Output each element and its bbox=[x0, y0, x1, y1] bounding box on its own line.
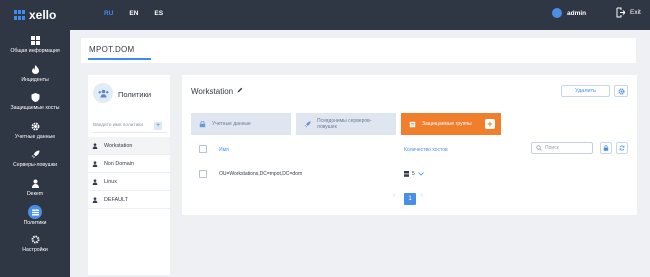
group-search bbox=[531, 142, 593, 154]
lock-icon bbox=[603, 145, 609, 151]
sidebar-item-deceptions[interactable]: Deкem bbox=[0, 179, 70, 203]
user-icon bbox=[92, 160, 98, 167]
key-icon bbox=[199, 120, 206, 127]
domain-tab-indicator bbox=[88, 58, 151, 60]
delete-button[interactable]: Удалить bbox=[561, 85, 610, 97]
group-name-cell: OU=Workstations,DC=mpot,DC=dom bbox=[219, 171, 303, 177]
lock-button[interactable] bbox=[600, 142, 612, 154]
tab-credentials[interactable]: Учетные данные bbox=[191, 113, 291, 135]
add-group-button[interactable]: + bbox=[485, 119, 495, 129]
dashboard-icon bbox=[30, 36, 40, 45]
sidebar-item-decoys[interactable]: Серверы-ловушки bbox=[0, 150, 70, 174]
pagination-current[interactable]: 1 bbox=[404, 193, 416, 205]
gear-icon bbox=[617, 87, 625, 95]
tab-protected-groups[interactable]: Защищаемые группы + bbox=[401, 113, 501, 135]
folder-icon bbox=[409, 121, 416, 127]
policy-item-non-domain[interactable]: Non Domain bbox=[88, 155, 170, 173]
tab-label: Учетные данные bbox=[212, 120, 251, 127]
sidebar-item-label: Серверы-ловушки bbox=[13, 162, 57, 168]
policy-item-label: Workstation bbox=[104, 142, 133, 149]
policy-filter-input[interactable] bbox=[93, 123, 151, 128]
pagination-prev[interactable]: ‹ bbox=[393, 193, 395, 199]
policies-panel: Политики + Workstation Non Domain Linux … bbox=[88, 75, 170, 275]
refresh-icon bbox=[619, 145, 625, 151]
rocket-icon bbox=[304, 120, 311, 128]
user-icon bbox=[92, 142, 98, 149]
column-name-header[interactable]: Имя bbox=[219, 147, 229, 153]
logo-text: xello bbox=[29, 8, 57, 22]
lang-ru[interactable]: RU bbox=[104, 10, 113, 17]
sidebar-item-incidents[interactable]: Инциденты bbox=[0, 65, 70, 89]
language-switcher: RU EN ES bbox=[104, 10, 179, 17]
policy-title: Workstation bbox=[191, 87, 234, 96]
policy-settings-button[interactable] bbox=[614, 85, 628, 97]
sidebar-item-label: Deкem bbox=[26, 191, 44, 197]
avatar bbox=[552, 8, 562, 18]
user-icon bbox=[31, 179, 39, 188]
policy-detail-panel: Workstation Удалить Учетные данные Псевд… bbox=[182, 75, 637, 215]
sidebar-item-label: Учетные данные bbox=[14, 134, 56, 140]
column-hosts-header[interactable]: Количество хостов bbox=[404, 147, 448, 153]
fire-icon bbox=[31, 65, 39, 74]
rocket-icon bbox=[31, 150, 39, 159]
settings-icon bbox=[31, 235, 39, 244]
top-bar: xello RU EN ES admin Exit bbox=[0, 0, 650, 30]
chevron-down-icon bbox=[417, 172, 424, 176]
user-menu[interactable]: admin bbox=[552, 8, 586, 18]
sidebar-item-credentials[interactable]: Учетные данные bbox=[0, 122, 70, 146]
hosts-count-cell[interactable]: 5 bbox=[404, 171, 424, 177]
sidebar-item-label: Общая информация bbox=[10, 48, 60, 54]
sidebar-item-label: Инциденты bbox=[21, 77, 49, 83]
logo: xello bbox=[14, 8, 56, 22]
policy-item-default[interactable]: DEFAULT bbox=[88, 191, 170, 209]
policy-item-workstation[interactable]: Workstation bbox=[88, 137, 170, 155]
policy-filter: + bbox=[93, 119, 167, 133]
user-icon bbox=[92, 178, 98, 185]
policy-item-label: DEFAULT bbox=[104, 196, 128, 203]
server-icon bbox=[404, 171, 409, 177]
hosts-count: 5 bbox=[412, 171, 415, 177]
policies-panel-title: Политики bbox=[118, 90, 152, 99]
sidebar-item-label: Настройки bbox=[22, 247, 48, 253]
sidebar-item-label: Защищаемые хосты bbox=[10, 105, 60, 111]
sidebar-item-hosts[interactable]: Защищаемые хосты bbox=[0, 93, 70, 117]
group-search-input[interactable] bbox=[545, 145, 591, 151]
exit-button[interactable]: Exit bbox=[616, 7, 641, 18]
policies-icon bbox=[28, 205, 42, 219]
policy-item-linux[interactable]: Linux bbox=[88, 173, 170, 191]
domain-bar: MPOT.DOM bbox=[81, 38, 636, 63]
refresh-button[interactable] bbox=[616, 142, 628, 154]
sidebar-item-overview[interactable]: Общая информация bbox=[0, 36, 70, 60]
pagination-next[interactable]: › bbox=[421, 193, 423, 199]
search-icon bbox=[536, 145, 542, 151]
exit-icon bbox=[616, 7, 625, 18]
logo-icon bbox=[14, 10, 26, 20]
domain-tab[interactable]: MPOT.DOM bbox=[89, 45, 135, 54]
select-all-checkbox[interactable] bbox=[199, 145, 207, 153]
tab-label: Защищаемые группы bbox=[422, 120, 472, 127]
pencil-icon[interactable] bbox=[237, 87, 243, 93]
add-policy-button[interactable]: + bbox=[154, 121, 162, 130]
user-icon bbox=[92, 196, 98, 203]
lang-es[interactable]: ES bbox=[154, 10, 163, 17]
policy-item-label: Non Domain bbox=[104, 160, 134, 167]
username: admin bbox=[567, 9, 587, 17]
sidebar: Общая информация Инциденты Защищаемые хо… bbox=[0, 30, 70, 277]
row-checkbox[interactable] bbox=[199, 170, 207, 178]
gear-icon bbox=[31, 122, 39, 131]
sidebar-item-settings[interactable]: Настройки bbox=[0, 235, 70, 259]
exit-label: Exit bbox=[630, 9, 641, 16]
tab-decoy-aliases[interactable]: Псевдонимы серверов-ловушек bbox=[296, 113, 396, 135]
policy-item-label: Linux bbox=[104, 178, 117, 185]
shield-icon bbox=[31, 93, 39, 102]
sidebar-item-policies[interactable]: Политики bbox=[0, 205, 70, 231]
sidebar-item-label: Политики bbox=[23, 220, 47, 226]
policies-panel-icon bbox=[93, 83, 113, 103]
tab-label: Псевдонимы серверов-ловушек bbox=[317, 117, 372, 131]
lang-en[interactable]: EN bbox=[129, 10, 138, 17]
